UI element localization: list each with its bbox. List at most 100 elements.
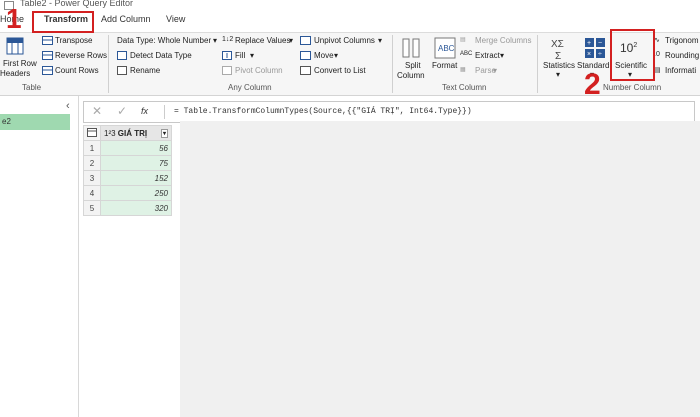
fx-icon[interactable]: fx (141, 106, 148, 116)
annotation-number-1: 1 (6, 3, 22, 34)
annotation-number-2: 2 (584, 68, 601, 101)
rename-button[interactable]: Rename (130, 66, 160, 75)
convert-to-list-button[interactable]: Convert to List (314, 66, 366, 75)
extract-button[interactable]: Extract (475, 51, 500, 60)
split-column-icon (402, 38, 420, 58)
standard-icon: + − × ÷ (585, 38, 605, 58)
row-number: 3 (83, 170, 101, 186)
statistics-button[interactable]: Statistics (543, 61, 575, 70)
information-button[interactable]: Informati (665, 66, 696, 75)
tab-view[interactable]: View (166, 14, 185, 24)
chevron-down-icon: ▾ (213, 36, 218, 45)
tab-add-column[interactable]: Add Column (101, 14, 151, 24)
chevron-down-icon: ▾ (556, 70, 561, 79)
transpose-icon (42, 36, 53, 45)
row-number: 5 (83, 200, 101, 216)
row-number: 2 (83, 155, 101, 171)
chevron-down-icon: ▾ (378, 36, 383, 45)
cell-value[interactable]: 320 (100, 200, 172, 216)
check-icon[interactable]: ✓ (117, 104, 127, 118)
move-icon (300, 51, 311, 60)
group-label-table: Table (22, 83, 42, 92)
svg-text:+: + (587, 40, 591, 47)
move-button[interactable]: Move (314, 51, 334, 60)
divider (537, 35, 538, 93)
transpose-button[interactable]: Transpose (55, 36, 93, 45)
split-column-label-2[interactable]: Column (397, 71, 425, 80)
replace-values-icon: 1↓2 (222, 36, 234, 43)
queries-pane: ‹ e2 (0, 96, 79, 417)
table-row[interactable]: 4 250 (83, 185, 172, 201)
format-icon: ABC (434, 37, 456, 59)
first-row-headers-label-2[interactable]: Headers (0, 69, 30, 78)
svg-text:×: × (587, 51, 591, 58)
data-grid: 1²3 GIÁ TRỊ ▾ 1 56 2 75 3 152 4 250 5 32… (83, 125, 172, 216)
table-row[interactable]: 5 320 (83, 200, 172, 216)
header-row: 1²3 GIÁ TRỊ ▾ (83, 125, 172, 141)
reverse-rows-icon (42, 51, 53, 60)
group-label-number-column: Number Column (603, 83, 662, 92)
merge-columns-icon: ▤ (460, 37, 466, 43)
whole-number-type-icon[interactable]: 1²3 (104, 129, 116, 138)
annotation-box-scientific (610, 29, 655, 81)
chevron-down-icon: ▾ (500, 51, 505, 60)
unpivot-columns-icon (300, 36, 311, 45)
chevron-down-icon: ▾ (289, 36, 294, 45)
trigonometry-button[interactable]: Trigonom (665, 36, 699, 45)
svg-text:÷: ÷ (598, 51, 602, 58)
collapse-chevron-icon[interactable]: ‹ (66, 100, 70, 112)
cell-value[interactable]: 75 (100, 155, 172, 171)
row-number: 1 (83, 140, 101, 156)
group-label-any-column: Any Column (228, 83, 272, 92)
title-bar: Table2 - Power Query Editor (0, 0, 700, 10)
row-number: 4 (83, 185, 101, 201)
divider (164, 105, 165, 119)
window-title: Table2 - Power Query Editor (20, 0, 134, 8)
cancel-icon[interactable]: ✕ (92, 104, 102, 118)
parse-icon: ▦ (460, 67, 466, 73)
unpivot-columns-button[interactable]: Unpivot Columns (314, 36, 375, 45)
reverse-rows-button[interactable]: Reverse Rows (55, 51, 107, 60)
detect-data-type-button[interactable]: Detect Data Type (130, 51, 192, 60)
formula-text[interactable]: = Table.TransformColumnTypes(Source,{{"G… (174, 107, 472, 116)
first-row-headers-icon (6, 37, 24, 55)
fill-icon (222, 51, 232, 60)
cell-value[interactable]: 152 (100, 170, 172, 186)
query-item-selected[interactable]: e2 (0, 114, 70, 130)
rename-icon (117, 66, 127, 75)
pivot-column-button[interactable]: Pivot Column (235, 66, 283, 75)
merge-columns-button[interactable]: Merge Columns (475, 36, 531, 45)
divider (392, 35, 393, 93)
cell-value[interactable]: 250 (100, 185, 172, 201)
extract-icon: ABC (460, 51, 473, 57)
convert-to-list-icon (300, 66, 311, 75)
cell-value[interactable]: 56 (100, 140, 172, 156)
divider (108, 35, 109, 93)
fill-button[interactable]: Fill (235, 51, 245, 60)
column-header-label: GIÁ TRỊ (117, 128, 148, 138)
chevron-down-icon: ▾ (493, 66, 498, 75)
first-row-headers-label[interactable]: First Row (3, 59, 37, 68)
statistics-icon: XΣ Σ (551, 39, 564, 61)
chevron-down-icon: ▾ (250, 51, 255, 60)
rounding-button[interactable]: Rounding (665, 51, 699, 60)
formula-bar[interactable]: ✕ ✓ fx = Table.TransformColumnTypes(Sour… (83, 101, 695, 123)
replace-values-button[interactable]: Replace Values (235, 36, 290, 45)
svg-text:Σ: Σ (555, 51, 561, 61)
format-button[interactable]: Format (432, 61, 457, 70)
split-column-label[interactable]: Split (405, 61, 421, 70)
svg-text:−: − (598, 40, 602, 47)
detect-data-type-icon (117, 51, 127, 60)
table-row[interactable]: 2 75 (83, 155, 172, 171)
pivot-column-icon (222, 66, 232, 75)
filter-dropdown-icon[interactable]: ▾ (160, 128, 168, 138)
ribbon-tabs: Home Transform Add Column View (0, 10, 700, 33)
table-row[interactable]: 1 56 (83, 140, 172, 156)
table-menu-icon[interactable] (83, 125, 101, 141)
table-row[interactable]: 3 152 (83, 170, 172, 186)
annotation-box-transform-tab (32, 11, 94, 33)
count-rows-button[interactable]: Count Rows (55, 66, 99, 75)
data-type-dropdown[interactable]: Data Type: Whole Number (117, 36, 211, 45)
column-header-gia-tri[interactable]: 1²3 GIÁ TRỊ ▾ (100, 125, 172, 141)
svg-text:ABC: ABC (438, 44, 455, 53)
